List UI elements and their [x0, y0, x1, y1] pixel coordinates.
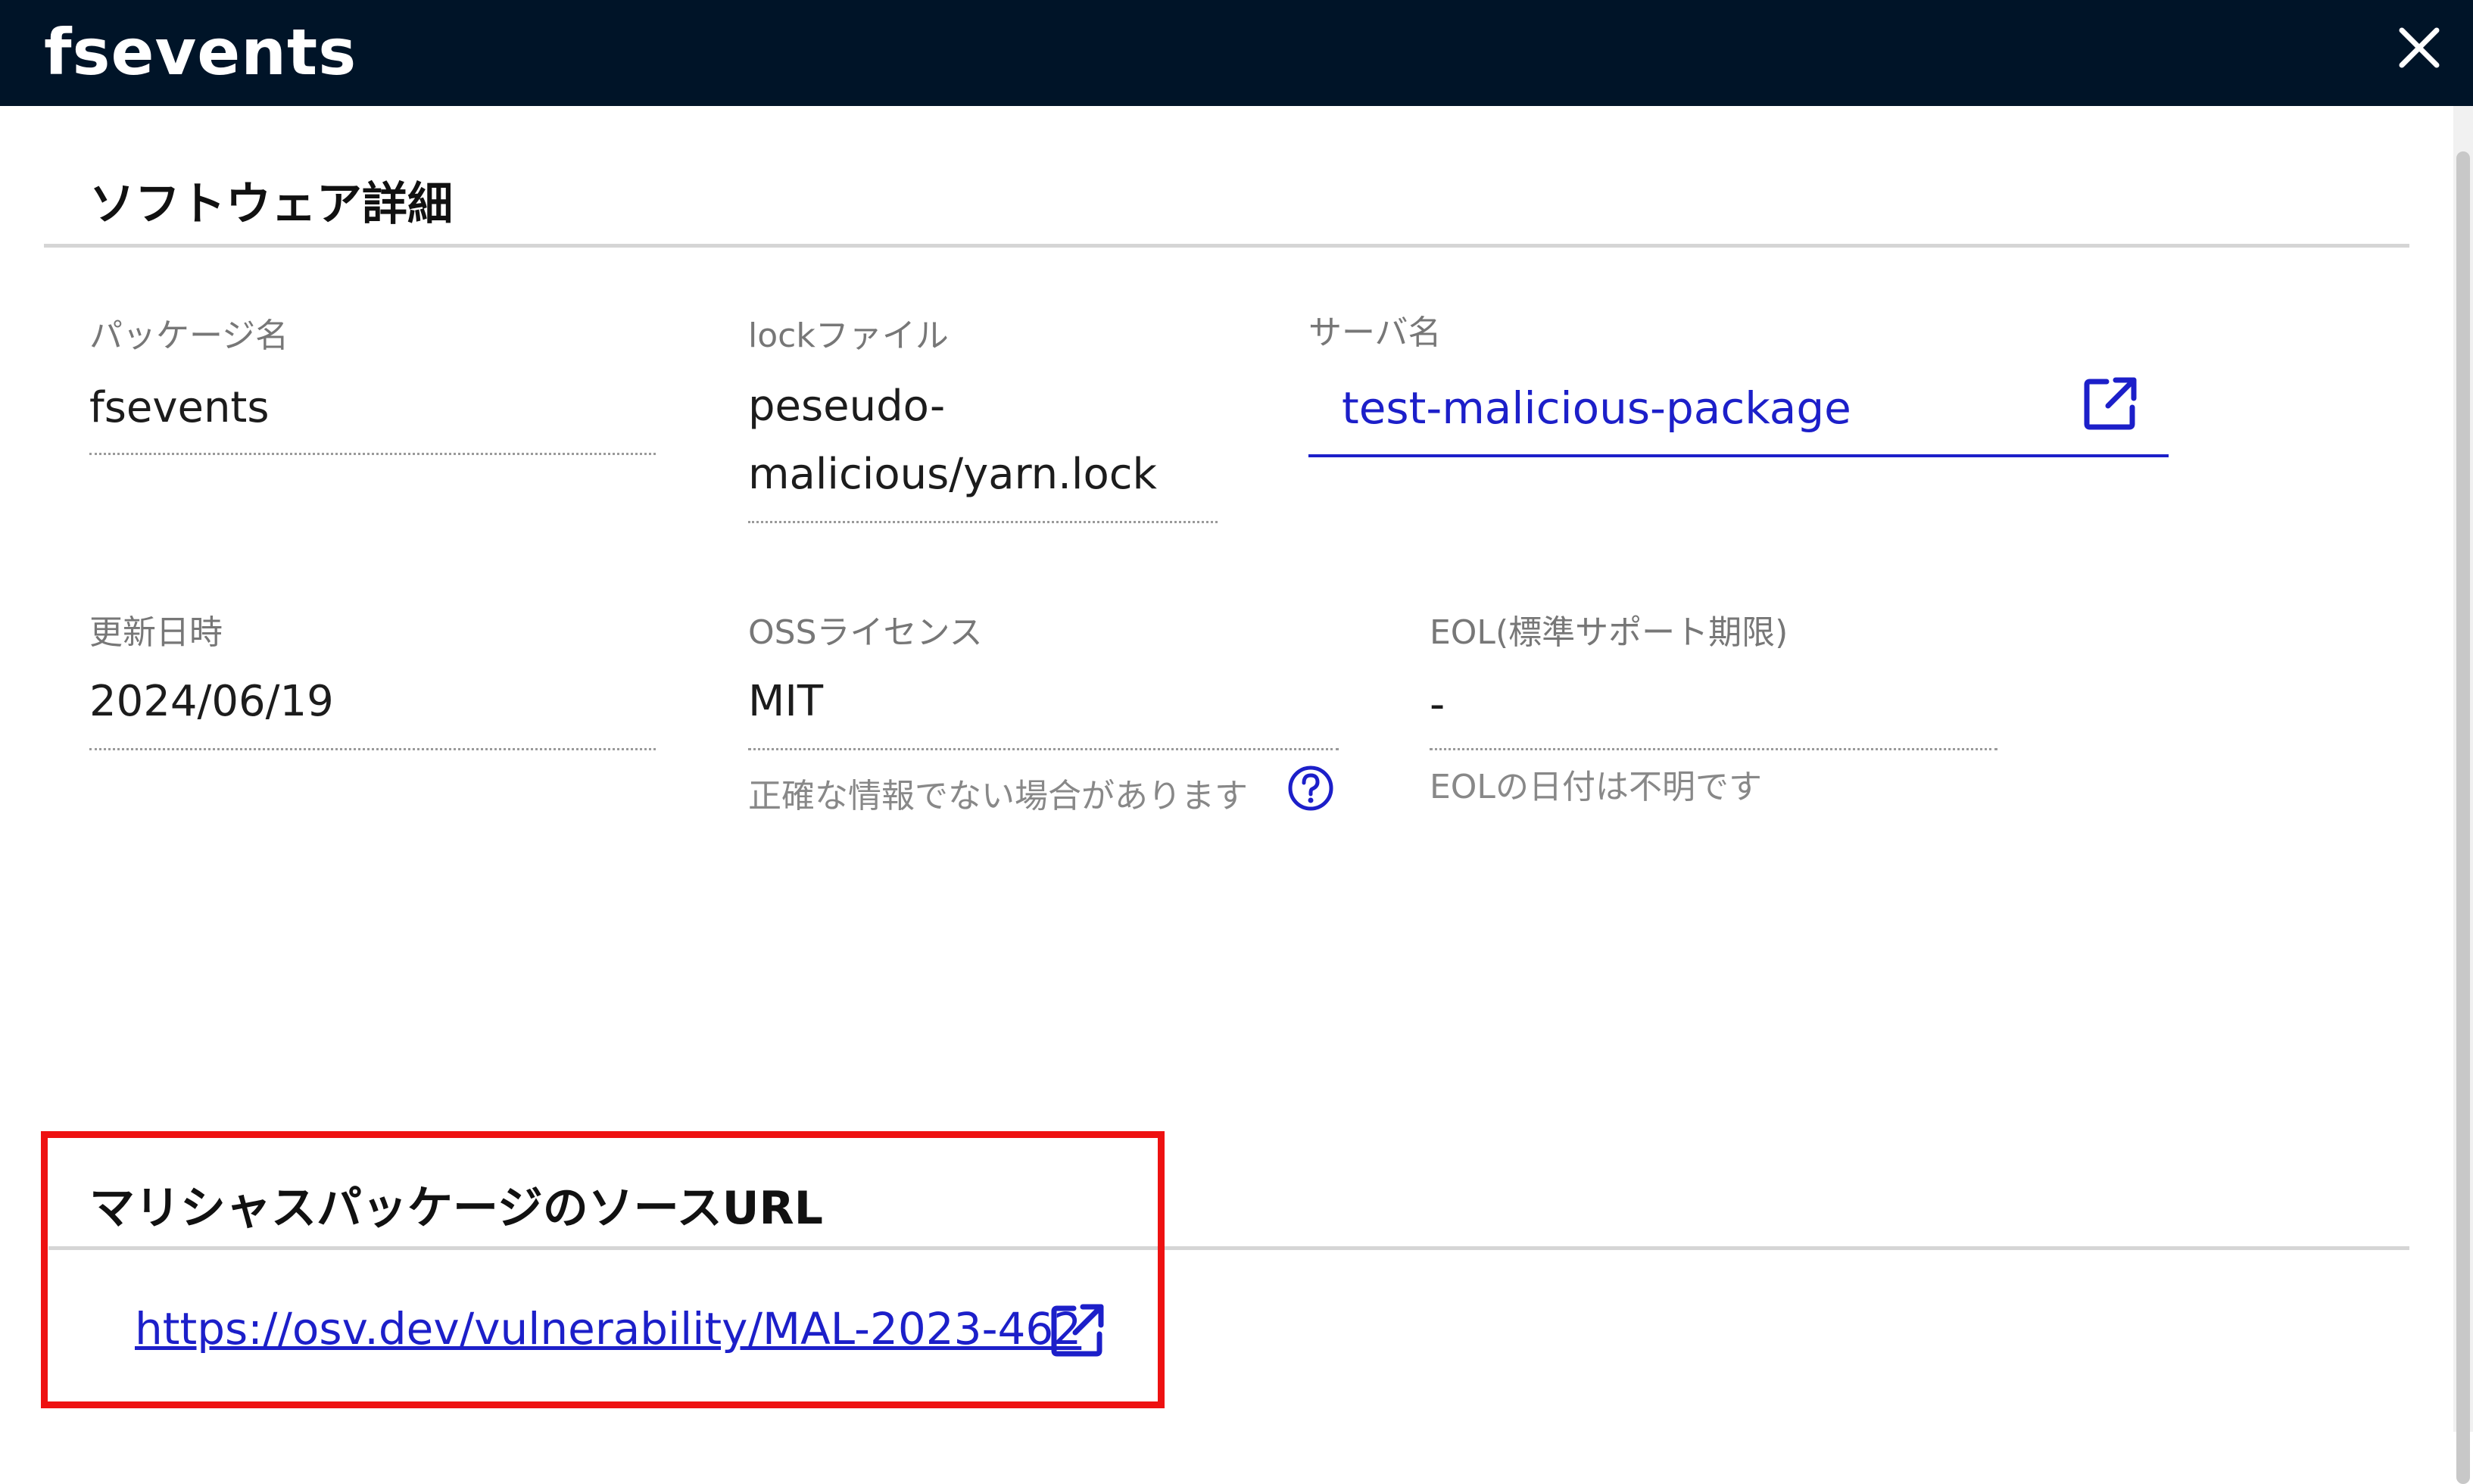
- oss-license-label: OSSライセンス: [748, 613, 983, 652]
- updated-at-value: 2024/06/19: [89, 677, 334, 726]
- eol-value: -: [1430, 680, 1445, 729]
- question-circle-icon[interactable]: [1287, 765, 1334, 812]
- scrollbar-thumb[interactable]: [2456, 151, 2470, 1484]
- oss-license-note: 正確な情報でない場合があります: [748, 777, 1248, 815]
- lock-file-label: lockファイル: [748, 316, 949, 355]
- lock-file-value-line1: peseudo-: [748, 382, 946, 431]
- section-divider: [44, 244, 2409, 248]
- vertical-scrollbar[interactable]: [2453, 106, 2473, 1484]
- dialog-titlebar: fsevents: [0, 0, 2473, 106]
- lock-file-value-line2: malicious/yarn.lock: [748, 450, 1157, 499]
- updated-at-label: 更新日時: [89, 613, 223, 652]
- dialog-title: fsevents: [44, 15, 357, 89]
- highlight-annotation-box: [41, 1131, 1165, 1408]
- package-name-label: パッケージ名: [89, 316, 289, 355]
- server-name-underline: [1308, 454, 2169, 457]
- oss-license-underline: [748, 748, 1339, 750]
- eol-note: EOLの日付は不明です: [1430, 768, 1762, 806]
- oss-license-value: MIT: [748, 677, 824, 726]
- external-link-icon[interactable]: [2081, 374, 2140, 433]
- lock-file-underline: [748, 521, 1218, 523]
- server-name-link[interactable]: test-malicious-package: [1342, 374, 1851, 442]
- updated-at-underline: [89, 748, 656, 750]
- eol-label: EOL(標準サポート期限): [1430, 613, 1788, 652]
- eol-underline: [1430, 748, 1997, 750]
- software-details-heading: ソフトウェア詳細: [89, 178, 453, 231]
- package-name-value: fsevents: [89, 383, 270, 432]
- package-name-underline: [89, 453, 656, 455]
- close-icon[interactable]: [2393, 21, 2446, 74]
- server-name-label: サーバ名: [1308, 313, 1442, 352]
